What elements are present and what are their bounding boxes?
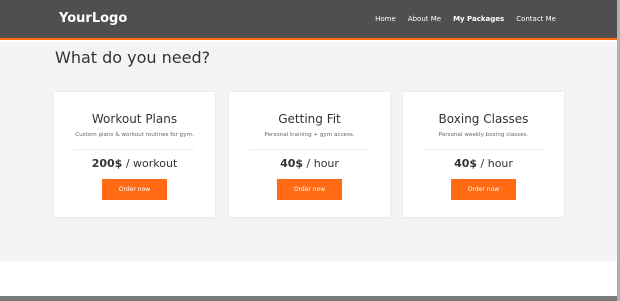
card-divider: [249, 149, 370, 150]
order-now-button[interactable]: Order now: [102, 179, 167, 200]
price-unit: / hour: [303, 157, 339, 170]
price-unit: / hour: [477, 157, 513, 170]
price-amount: 40$: [280, 157, 304, 170]
navbar: YourLogo Home About Me My Packages Conta…: [0, 0, 620, 40]
card-price: 40$ / hour: [403, 157, 564, 170]
section-title: What do you need?: [55, 48, 211, 67]
card-description: Personal training + gym access.: [264, 132, 355, 138]
card-divider: [423, 149, 544, 150]
nav-link-my-packages[interactable]: My Packages: [453, 15, 504, 23]
card-title: Workout Plans: [91, 112, 178, 126]
price-amount: 40$: [454, 157, 478, 170]
package-card-workout-plans: Workout Plans Custom plans & workout rou…: [54, 92, 215, 217]
nav-link-about-me[interactable]: About Me: [408, 15, 441, 23]
nav-link-home[interactable]: Home: [375, 15, 396, 23]
price-unit: / workout: [122, 157, 178, 170]
package-card-boxing-classes: Boxing Classes Personal weekly boxing cl…: [403, 92, 564, 217]
logo[interactable]: YourLogo: [59, 11, 127, 26]
card-divider: [74, 149, 195, 150]
card-price: 200$ / workout: [54, 157, 215, 170]
card-title: Boxing Classes: [438, 112, 529, 126]
nav-link-contact-me[interactable]: Contact Me: [516, 15, 556, 23]
card-description: Personal weekly boxing classes.: [438, 132, 529, 138]
order-now-button[interactable]: Order now: [277, 179, 342, 200]
package-card-getting-fit: Getting Fit Personal training + gym acce…: [229, 92, 390, 217]
nav-links: Home About Me My Packages Contact Me: [375, 15, 556, 23]
card-price: 40$ / hour: [229, 157, 390, 170]
card-title: Getting Fit: [278, 112, 341, 126]
order-now-button[interactable]: Order now: [451, 179, 516, 200]
price-amount: 200$: [91, 157, 123, 170]
card-description: Custom plans & workout routines for gym.: [75, 132, 194, 138]
packages-section: What do you need? Workout Plans Custom p…: [0, 42, 620, 261]
cut-off-content: [0, 296, 617, 301]
